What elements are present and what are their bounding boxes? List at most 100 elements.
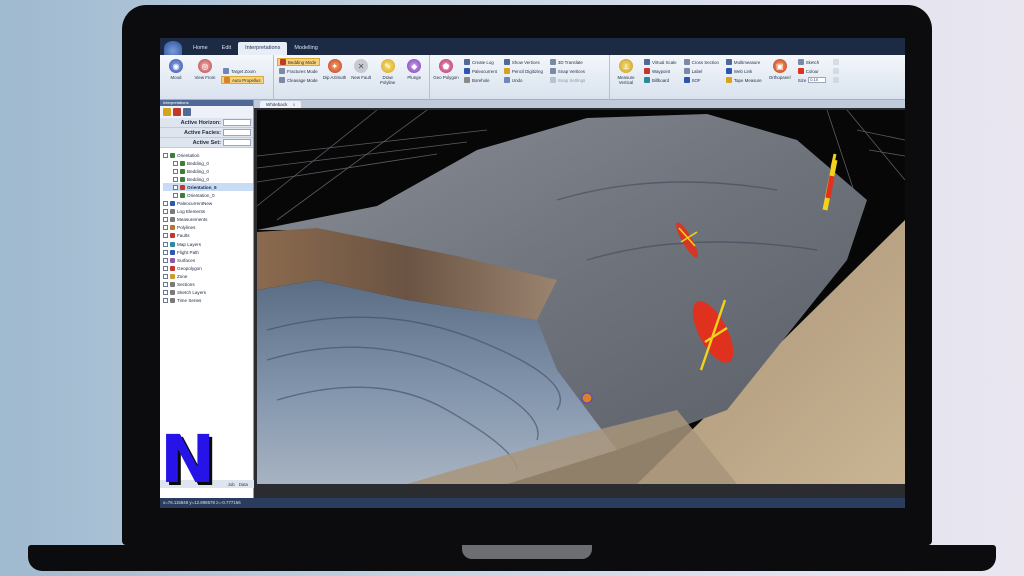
tree-item[interactable]: Bedding_0	[163, 167, 253, 175]
pin-icon[interactable]	[173, 108, 181, 116]
tree-item[interactable]: Geopolygon	[163, 264, 253, 272]
active-set-select[interactable]	[223, 139, 251, 146]
tree-item[interactable]: Flight Path	[163, 248, 253, 256]
active-facies-select[interactable]	[223, 129, 251, 136]
tree-checkbox[interactable]	[163, 257, 168, 263]
colour-button[interactable]: Colour	[796, 67, 829, 75]
auto-propellus-button[interactable]: Auto Propellus	[221, 76, 264, 84]
size-input[interactable]: 0.10	[808, 77, 827, 83]
tree-item[interactable]: Bedding_0	[163, 175, 253, 183]
measure-vertical-button[interactable]: ⟂ Measure Vertical	[613, 57, 639, 91]
tree-item[interactable]: Log Elements	[163, 208, 253, 216]
tree-item-label: Zone	[177, 273, 188, 279]
tree-checkbox[interactable]	[163, 217, 168, 223]
mood-button[interactable]: ◉ Mood	[163, 57, 189, 91]
layer-icon	[170, 152, 175, 158]
plunge-button[interactable]: ◆ Plunge	[402, 57, 426, 91]
virtual-scale-button[interactable]: Virtual Scale	[642, 58, 679, 66]
size-control[interactable]: Size 0.10	[796, 76, 829, 84]
pencil-digitizing-button[interactable]: Pencil Digitizing	[502, 67, 545, 75]
tab-interpretations[interactable]: Interpretations	[238, 42, 288, 55]
bedding-mode-button[interactable]: Bedding Mode	[277, 58, 320, 66]
tape-measure-button[interactable]: Tape Measure	[724, 76, 764, 84]
layer-icon	[170, 217, 175, 223]
waypoint-button[interactable]: Waypoint	[642, 67, 679, 75]
tab-data[interactable]: Data	[239, 482, 248, 487]
multimeasure-button[interactable]: Multimeasure	[724, 58, 764, 66]
tree-item[interactable]: Zone	[163, 272, 253, 280]
tree-checkbox[interactable]	[163, 241, 168, 247]
tree-checkbox[interactable]	[173, 160, 178, 166]
tree-item[interactable]: Surfaces	[163, 256, 253, 264]
tab-home[interactable]: Home	[186, 42, 215, 55]
tab-job[interactable]: Job	[228, 482, 235, 487]
tree-checkbox[interactable]	[163, 152, 168, 158]
3d-translate-button[interactable]: 3D Translate	[548, 58, 587, 66]
tree-item[interactable]: Time Series	[163, 297, 253, 305]
tree-checkbox[interactable]	[163, 298, 168, 304]
orthopanel-button[interactable]: ▣ Orthopanel	[767, 57, 793, 91]
snap-vertices-button[interactable]: Snap Vertices	[548, 67, 587, 75]
active-set-label: Active Set:	[192, 139, 221, 146]
tree-checkbox[interactable]	[163, 273, 168, 279]
tree-item[interactable]: Orientation_5	[163, 183, 253, 192]
tree-checkbox[interactable]	[173, 184, 178, 190]
paleocurrent-button[interactable]: Paleocurrent	[462, 67, 499, 75]
cleavage-icon	[279, 77, 285, 83]
vertices-icon	[503, 59, 510, 65]
refresh-icon[interactable]	[183, 108, 191, 116]
borehole-button[interactable]: Borehole	[462, 76, 499, 84]
tree-checkbox[interactable]	[163, 249, 168, 255]
tree-item[interactable]: Polylines	[163, 224, 253, 232]
view-from-button[interactable]: ◎ View From	[192, 57, 218, 91]
tree-checkbox[interactable]	[163, 201, 168, 207]
tree-item[interactable]: Orientation_0	[163, 191, 253, 199]
tab-edit[interactable]: Edit	[215, 42, 238, 55]
tree-checkbox[interactable]	[163, 290, 168, 296]
tree-item[interactable]: Faults	[163, 232, 253, 240]
create-log-button[interactable]: Create Log	[462, 58, 499, 66]
tab-modelling[interactable]: Modelling	[287, 42, 325, 55]
tree-item[interactable]: Measurements	[163, 216, 253, 224]
scale-icon	[644, 59, 650, 65]
cleavage-mode-button[interactable]: Cleavage Mode	[277, 76, 320, 84]
tree-item[interactable]: Sections	[163, 281, 253, 289]
tree-item[interactable]: Map Layers	[163, 240, 253, 248]
sketch-button[interactable]: Sketch	[796, 58, 829, 66]
draw-polyline-button[interactable]: ✎ Draw Polyline	[376, 57, 400, 91]
sof-button[interactable]: SOF	[682, 76, 721, 84]
web-link-button[interactable]: Web Link	[724, 67, 764, 75]
tree-checkbox[interactable]	[173, 193, 178, 199]
ribbon: ◉ Mood ◎ View From Target Zoom Auto Prop…	[160, 55, 905, 100]
fractures-mode-button[interactable]: Fractures Mode	[277, 67, 320, 75]
billboard-button[interactable]: Billboard	[642, 76, 679, 84]
tree-item[interactable]: PaleocurrentNew	[163, 200, 253, 208]
app-menu-icon[interactable]	[164, 41, 182, 55]
tree-checkbox[interactable]	[173, 176, 178, 182]
tab-close-icon[interactable]: x	[293, 102, 295, 107]
tree-item[interactable]: Sketch Layers	[163, 289, 253, 297]
cross-section-button[interactable]: Cross Section	[682, 58, 721, 66]
geo-polygon-button[interactable]: ⬟ Geo Polygon	[433, 57, 459, 91]
active-horizon-select[interactable]	[223, 119, 251, 126]
new-fault-button[interactable]: ✕ New Fault	[349, 57, 373, 91]
tree-checkbox[interactable]	[173, 168, 178, 174]
target-zoom-button[interactable]: Target Zoom	[221, 67, 264, 75]
snap-settings-button[interactable]: Snap Settings	[548, 76, 587, 84]
3d-viewport[interactable]	[257, 110, 905, 484]
tree-checkbox[interactable]	[163, 265, 168, 271]
dip-azimuth-button[interactable]: ✦ Dip Azimuth	[323, 57, 347, 91]
undo-button[interactable]: Undo	[502, 76, 545, 84]
tree-item[interactable]: Orientation	[163, 151, 253, 159]
tree-item[interactable]: Bedding_0	[163, 159, 253, 167]
tree-checkbox[interactable]	[163, 225, 168, 231]
label-button[interactable]: Label	[682, 67, 721, 75]
waypoint-marker-icon[interactable]	[581, 392, 593, 404]
tree-checkbox[interactable]	[163, 209, 168, 215]
tab-whiteback[interactable]: Whiteback x	[260, 101, 302, 108]
tree-checkbox[interactable]	[163, 282, 168, 288]
folder-icon[interactable]	[163, 108, 171, 116]
show-vertices-button[interactable]: Show Vertices	[502, 58, 545, 66]
tree-checkbox[interactable]	[163, 233, 168, 239]
tree-item-label: Orientation_0	[187, 193, 215, 199]
